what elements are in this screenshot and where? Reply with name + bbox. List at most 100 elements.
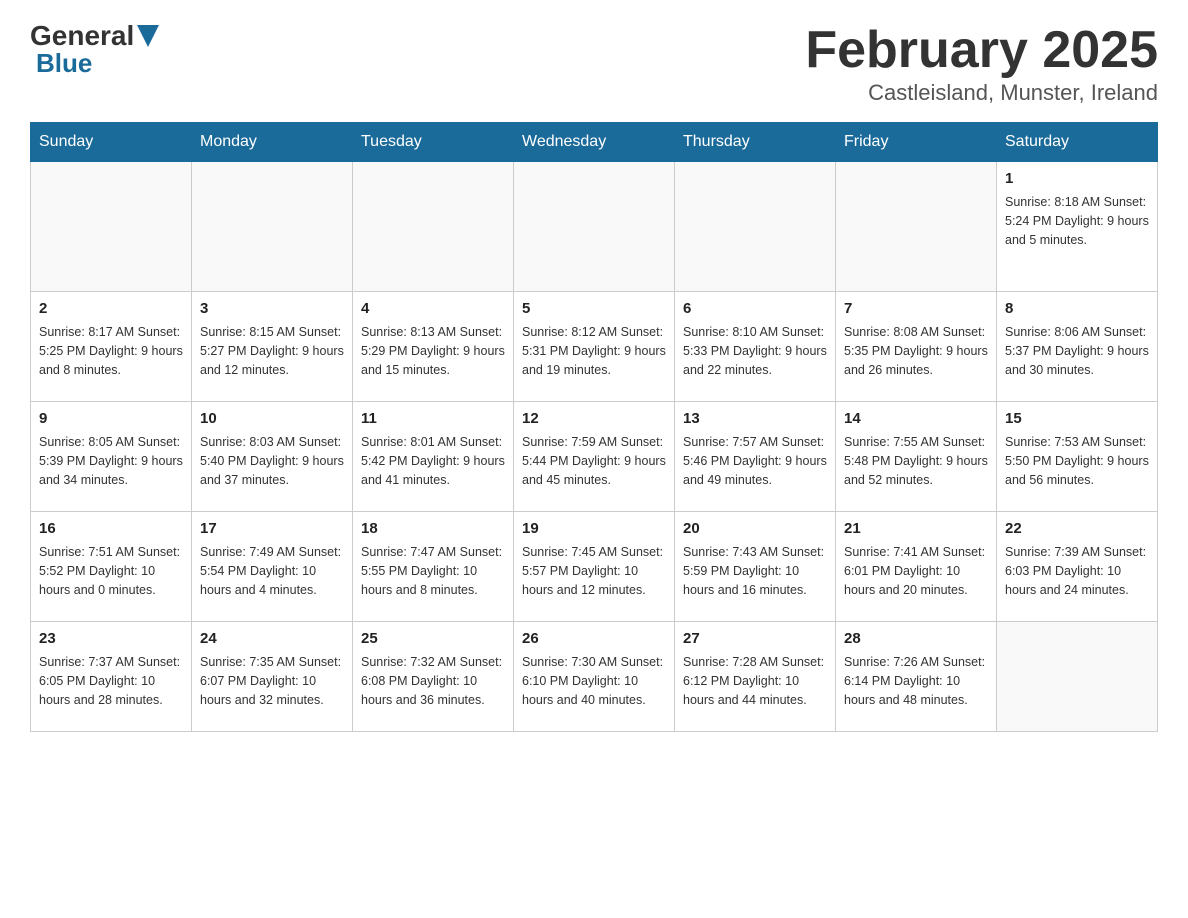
calendar-cell: 16Sunrise: 7:51 AM Sunset: 5:52 PM Dayli…: [31, 512, 192, 622]
location-subtitle: Castleisland, Munster, Ireland: [805, 80, 1158, 106]
calendar-week-row: 23Sunrise: 7:37 AM Sunset: 6:05 PM Dayli…: [31, 622, 1158, 732]
day-number: 4: [361, 298, 505, 321]
day-header-monday: Monday: [192, 123, 353, 162]
calendar-cell: 19Sunrise: 7:45 AM Sunset: 5:57 PM Dayli…: [514, 512, 675, 622]
day-number: 19: [522, 518, 666, 541]
day-info: Sunrise: 8:08 AM Sunset: 5:35 PM Dayligh…: [844, 323, 988, 381]
calendar-cell: 6Sunrise: 8:10 AM Sunset: 5:33 PM Daylig…: [675, 292, 836, 402]
calendar-week-row: 16Sunrise: 7:51 AM Sunset: 5:52 PM Dayli…: [31, 512, 1158, 622]
day-info: Sunrise: 7:45 AM Sunset: 5:57 PM Dayligh…: [522, 543, 666, 601]
calendar-week-row: 1Sunrise: 8:18 AM Sunset: 5:24 PM Daylig…: [31, 162, 1158, 292]
day-number: 22: [1005, 518, 1149, 541]
day-info: Sunrise: 7:53 AM Sunset: 5:50 PM Dayligh…: [1005, 433, 1149, 491]
day-info: Sunrise: 8:18 AM Sunset: 5:24 PM Dayligh…: [1005, 193, 1149, 251]
day-number: 28: [844, 628, 988, 651]
day-info: Sunrise: 8:01 AM Sunset: 5:42 PM Dayligh…: [361, 433, 505, 491]
day-number: 2: [39, 298, 183, 321]
day-header-friday: Friday: [836, 123, 997, 162]
calendar-cell: 5Sunrise: 8:12 AM Sunset: 5:31 PM Daylig…: [514, 292, 675, 402]
day-number: 13: [683, 408, 827, 431]
day-info: Sunrise: 7:59 AM Sunset: 5:44 PM Dayligh…: [522, 433, 666, 491]
calendar-cell: [31, 162, 192, 292]
calendar-cell: 11Sunrise: 8:01 AM Sunset: 5:42 PM Dayli…: [353, 402, 514, 512]
calendar-table: SundayMondayTuesdayWednesdayThursdayFrid…: [30, 122, 1158, 732]
day-info: Sunrise: 8:05 AM Sunset: 5:39 PM Dayligh…: [39, 433, 183, 491]
day-number: 6: [683, 298, 827, 321]
calendar-week-row: 2Sunrise: 8:17 AM Sunset: 5:25 PM Daylig…: [31, 292, 1158, 402]
day-number: 16: [39, 518, 183, 541]
calendar-cell: [353, 162, 514, 292]
day-info: Sunrise: 7:51 AM Sunset: 5:52 PM Dayligh…: [39, 543, 183, 601]
day-info: Sunrise: 7:55 AM Sunset: 5:48 PM Dayligh…: [844, 433, 988, 491]
calendar-cell: 1Sunrise: 8:18 AM Sunset: 5:24 PM Daylig…: [997, 162, 1158, 292]
day-header-saturday: Saturday: [997, 123, 1158, 162]
month-title: February 2025: [805, 20, 1158, 80]
calendar-cell: 2Sunrise: 8:17 AM Sunset: 5:25 PM Daylig…: [31, 292, 192, 402]
calendar-cell: [836, 162, 997, 292]
day-number: 12: [522, 408, 666, 431]
page-header: General Blue February 2025 Castleisland,…: [30, 20, 1158, 106]
day-info: Sunrise: 7:41 AM Sunset: 6:01 PM Dayligh…: [844, 543, 988, 601]
day-number: 15: [1005, 408, 1149, 431]
day-info: Sunrise: 8:03 AM Sunset: 5:40 PM Dayligh…: [200, 433, 344, 491]
day-info: Sunrise: 7:49 AM Sunset: 5:54 PM Dayligh…: [200, 543, 344, 601]
calendar-cell: 25Sunrise: 7:32 AM Sunset: 6:08 PM Dayli…: [353, 622, 514, 732]
calendar-header-row: SundayMondayTuesdayWednesdayThursdayFrid…: [31, 123, 1158, 162]
calendar-cell: 13Sunrise: 7:57 AM Sunset: 5:46 PM Dayli…: [675, 402, 836, 512]
day-header-tuesday: Tuesday: [353, 123, 514, 162]
calendar-cell: 7Sunrise: 8:08 AM Sunset: 5:35 PM Daylig…: [836, 292, 997, 402]
calendar-cell: 23Sunrise: 7:37 AM Sunset: 6:05 PM Dayli…: [31, 622, 192, 732]
day-info: Sunrise: 7:47 AM Sunset: 5:55 PM Dayligh…: [361, 543, 505, 601]
day-info: Sunrise: 7:43 AM Sunset: 5:59 PM Dayligh…: [683, 543, 827, 601]
calendar-cell: 14Sunrise: 7:55 AM Sunset: 5:48 PM Dayli…: [836, 402, 997, 512]
day-info: Sunrise: 8:12 AM Sunset: 5:31 PM Dayligh…: [522, 323, 666, 381]
logo-blue-text: Blue: [36, 48, 92, 79]
day-info: Sunrise: 8:13 AM Sunset: 5:29 PM Dayligh…: [361, 323, 505, 381]
calendar-cell: 3Sunrise: 8:15 AM Sunset: 5:27 PM Daylig…: [192, 292, 353, 402]
day-info: Sunrise: 7:30 AM Sunset: 6:10 PM Dayligh…: [522, 653, 666, 711]
calendar-week-row: 9Sunrise: 8:05 AM Sunset: 5:39 PM Daylig…: [31, 402, 1158, 512]
day-info: Sunrise: 8:06 AM Sunset: 5:37 PM Dayligh…: [1005, 323, 1149, 381]
calendar-cell: 22Sunrise: 7:39 AM Sunset: 6:03 PM Dayli…: [997, 512, 1158, 622]
calendar-cell: 10Sunrise: 8:03 AM Sunset: 5:40 PM Dayli…: [192, 402, 353, 512]
day-number: 24: [200, 628, 344, 651]
day-info: Sunrise: 8:10 AM Sunset: 5:33 PM Dayligh…: [683, 323, 827, 381]
calendar-cell: 4Sunrise: 8:13 AM Sunset: 5:29 PM Daylig…: [353, 292, 514, 402]
day-info: Sunrise: 7:57 AM Sunset: 5:46 PM Dayligh…: [683, 433, 827, 491]
day-number: 21: [844, 518, 988, 541]
day-info: Sunrise: 7:35 AM Sunset: 6:07 PM Dayligh…: [200, 653, 344, 711]
day-info: Sunrise: 7:28 AM Sunset: 6:12 PM Dayligh…: [683, 653, 827, 711]
calendar-cell: [675, 162, 836, 292]
calendar-cell: 21Sunrise: 7:41 AM Sunset: 6:01 PM Dayli…: [836, 512, 997, 622]
calendar-cell: 27Sunrise: 7:28 AM Sunset: 6:12 PM Dayli…: [675, 622, 836, 732]
calendar-cell: 15Sunrise: 7:53 AM Sunset: 5:50 PM Dayli…: [997, 402, 1158, 512]
day-info: Sunrise: 7:39 AM Sunset: 6:03 PM Dayligh…: [1005, 543, 1149, 601]
day-number: 17: [200, 518, 344, 541]
day-number: 1: [1005, 168, 1149, 191]
calendar-cell: 9Sunrise: 8:05 AM Sunset: 5:39 PM Daylig…: [31, 402, 192, 512]
logo: General Blue: [30, 20, 159, 79]
calendar-cell: 24Sunrise: 7:35 AM Sunset: 6:07 PM Dayli…: [192, 622, 353, 732]
day-number: 27: [683, 628, 827, 651]
day-number: 8: [1005, 298, 1149, 321]
day-info: Sunrise: 8:17 AM Sunset: 5:25 PM Dayligh…: [39, 323, 183, 381]
calendar-cell: 17Sunrise: 7:49 AM Sunset: 5:54 PM Dayli…: [192, 512, 353, 622]
day-number: 14: [844, 408, 988, 431]
day-number: 7: [844, 298, 988, 321]
title-section: February 2025 Castleisland, Munster, Ire…: [805, 20, 1158, 106]
calendar-cell: [192, 162, 353, 292]
day-header-thursday: Thursday: [675, 123, 836, 162]
day-number: 11: [361, 408, 505, 431]
calendar-cell: 20Sunrise: 7:43 AM Sunset: 5:59 PM Dayli…: [675, 512, 836, 622]
day-number: 18: [361, 518, 505, 541]
day-number: 23: [39, 628, 183, 651]
calendar-cell: 8Sunrise: 8:06 AM Sunset: 5:37 PM Daylig…: [997, 292, 1158, 402]
calendar-cell: 28Sunrise: 7:26 AM Sunset: 6:14 PM Dayli…: [836, 622, 997, 732]
day-info: Sunrise: 8:15 AM Sunset: 5:27 PM Dayligh…: [200, 323, 344, 381]
day-info: Sunrise: 7:32 AM Sunset: 6:08 PM Dayligh…: [361, 653, 505, 711]
day-number: 20: [683, 518, 827, 541]
calendar-cell: 26Sunrise: 7:30 AM Sunset: 6:10 PM Dayli…: [514, 622, 675, 732]
day-header-wednesday: Wednesday: [514, 123, 675, 162]
calendar-cell: [997, 622, 1158, 732]
day-number: 9: [39, 408, 183, 431]
